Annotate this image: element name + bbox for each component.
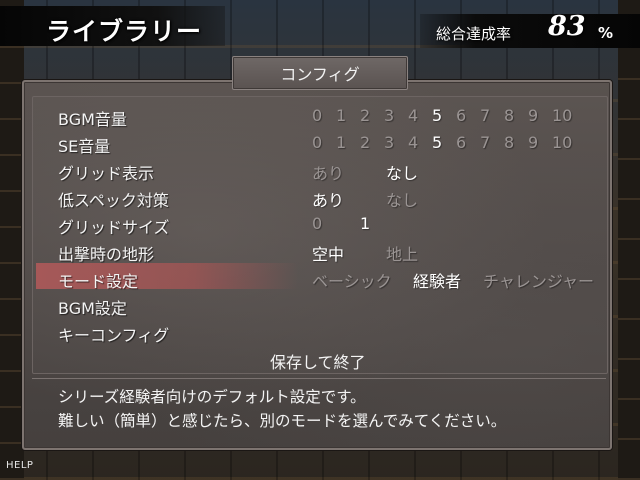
se-volume-option[interactable]: 4 <box>408 133 418 152</box>
se-volume-option-selected[interactable]: 5 <box>432 133 442 152</box>
bgm-volume-option[interactable]: 8 <box>504 106 514 125</box>
setting-low-spec-mode[interactable]: 低スペック対策 <box>58 187 169 211</box>
completion-unit: % <box>598 24 614 42</box>
se-volume-option[interactable]: 1 <box>336 133 346 152</box>
tab-config[interactable]: コンフィグ <box>232 56 408 90</box>
setting-mode[interactable]: モード設定 <box>58 268 138 292</box>
bgm-volume-option-selected[interactable]: 5 <box>432 106 442 125</box>
setting-grid-display[interactable]: グリッド表示 <box>58 160 154 184</box>
save-and-exit-button[interactable]: 保存して終了 <box>270 349 366 373</box>
grid-size-option[interactable]: 0 <box>312 214 322 233</box>
bgm-volume-option[interactable]: 2 <box>360 106 370 125</box>
se-volume-option[interactable]: 2 <box>360 133 370 152</box>
se-volume-option[interactable]: 9 <box>528 133 538 152</box>
description-line-2: 難しい（簡単）と感じたら、別のモードを選んでみてください。 <box>58 412 507 430</box>
bgm-volume-option[interactable]: 1 <box>336 106 346 125</box>
bgm-volume-option[interactable]: 10 <box>552 106 572 125</box>
se-volume-option[interactable]: 7 <box>480 133 490 152</box>
se-volume-option[interactable]: 3 <box>384 133 394 152</box>
terrain-air-option-selected[interactable]: 空中 <box>312 241 344 265</box>
bgm-volume-option[interactable]: 4 <box>408 106 418 125</box>
mode-experienced-option-selected[interactable]: 経験者 <box>413 268 461 292</box>
bgm-volume-option[interactable]: 6 <box>456 106 466 125</box>
bgm-volume-option[interactable]: 9 <box>528 106 538 125</box>
page-title: ライブラリー <box>46 17 203 46</box>
se-volume-option[interactable]: 0 <box>312 133 322 152</box>
grid-display-off-option-selected[interactable]: なし <box>386 160 418 184</box>
setting-key-config[interactable]: キーコンフィグ <box>58 322 169 346</box>
bgm-volume-option[interactable]: 7 <box>480 106 490 125</box>
completion-label: 総合達成率 <box>436 25 512 43</box>
help-label[interactable]: HELP <box>6 460 33 471</box>
setting-sortie-terrain[interactable]: 出撃時の地形 <box>58 241 154 265</box>
terrain-ground-option[interactable]: 地上 <box>386 241 418 265</box>
grid-display-on-option[interactable]: あり <box>312 160 344 184</box>
bookshelf-background-right <box>618 0 640 480</box>
setting-bgm-volume[interactable]: BGM音量 <box>58 106 127 130</box>
low-spec-on-option-selected[interactable]: あり <box>312 187 344 211</box>
grid-size-option-selected[interactable]: 1 <box>360 214 370 233</box>
se-volume-option[interactable]: 10 <box>552 133 572 152</box>
description-line-1: シリーズ経験者向けのデフォルト設定です。 <box>58 388 366 406</box>
setting-bgm-config[interactable]: BGM設定 <box>58 295 127 319</box>
setting-se-volume[interactable]: SE音量 <box>58 133 110 157</box>
mode-basic-option[interactable]: ベーシック <box>312 268 392 292</box>
se-volume-option[interactable]: 6 <box>456 133 466 152</box>
bookshelf-background-left <box>0 0 24 480</box>
completion-value: 83 <box>548 11 586 42</box>
se-volume-option[interactable]: 8 <box>504 133 514 152</box>
bgm-volume-option[interactable]: 3 <box>384 106 394 125</box>
mode-challenger-option[interactable]: チャレンジャー <box>483 268 594 292</box>
setting-grid-size[interactable]: グリッドサイズ <box>58 214 170 238</box>
low-spec-off-option[interactable]: なし <box>386 187 418 211</box>
bgm-volume-option[interactable]: 0 <box>312 106 322 125</box>
